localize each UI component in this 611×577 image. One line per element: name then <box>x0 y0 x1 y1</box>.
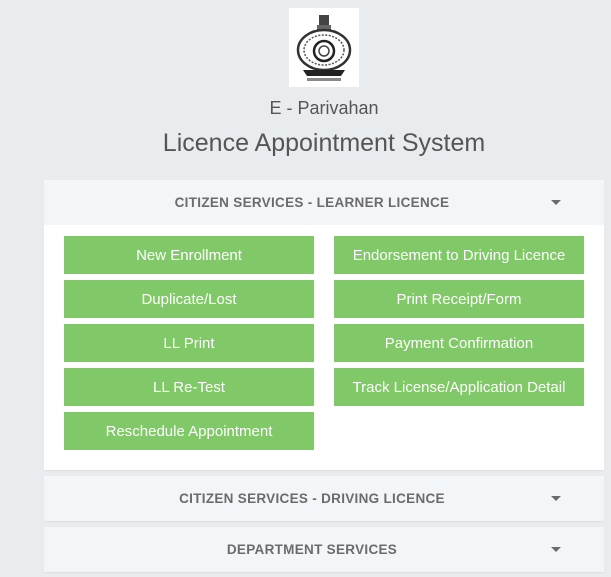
panel-driving-licence: CITIZEN SERVICES - DRIVING LICENCE <box>44 476 604 521</box>
app-subtitle: E - Parivahan <box>269 98 379 118</box>
caret-down-icon[interactable] <box>551 200 561 205</box>
new-enrollment-button[interactable]: New Enrollment <box>64 236 314 274</box>
ll-retest-button[interactable]: LL Re-Test <box>64 368 314 406</box>
reschedule-appointment-button[interactable]: Reschedule Appointment <box>64 412 314 450</box>
panel-learner-licence: CITIZEN SERVICES - LEARNER LICENCE New E… <box>44 180 604 470</box>
page-title: Licence Appointment System <box>162 129 486 157</box>
panel-header-department-services[interactable]: DEPARTMENT SERVICES <box>44 527 604 572</box>
panel-department-services: DEPARTMENT SERVICES <box>44 527 604 572</box>
panel-header-learner-licence[interactable]: CITIZEN SERVICES - LEARNER LICENCE <box>44 180 604 225</box>
panel-body-learner-licence: New Enrollment Endorsement to Driving Li… <box>44 225 604 470</box>
emblem-logo <box>289 8 359 87</box>
caret-down-icon[interactable] <box>551 496 561 501</box>
duplicate-lost-button[interactable]: Duplicate/Lost <box>64 280 314 318</box>
payment-confirmation-button[interactable]: Payment Confirmation <box>334 324 584 362</box>
panel-title: CITIZEN SERVICES - DRIVING LICENCE <box>179 491 445 506</box>
caret-down-icon[interactable] <box>551 547 561 552</box>
emblem-icon <box>296 14 352 81</box>
panel-header-driving-licence[interactable]: CITIZEN SERVICES - DRIVING LICENCE <box>44 476 604 521</box>
panel-title: CITIZEN SERVICES - LEARNER LICENCE <box>174 195 450 210</box>
panel-title: DEPARTMENT SERVICES <box>226 542 398 557</box>
track-application-button[interactable]: Track License/Application Detail <box>334 368 584 406</box>
ll-print-button[interactable]: LL Print <box>64 324 314 362</box>
endorsement-button[interactable]: Endorsement to Driving Licence <box>334 236 584 274</box>
print-receipt-button[interactable]: Print Receipt/Form <box>334 280 584 318</box>
